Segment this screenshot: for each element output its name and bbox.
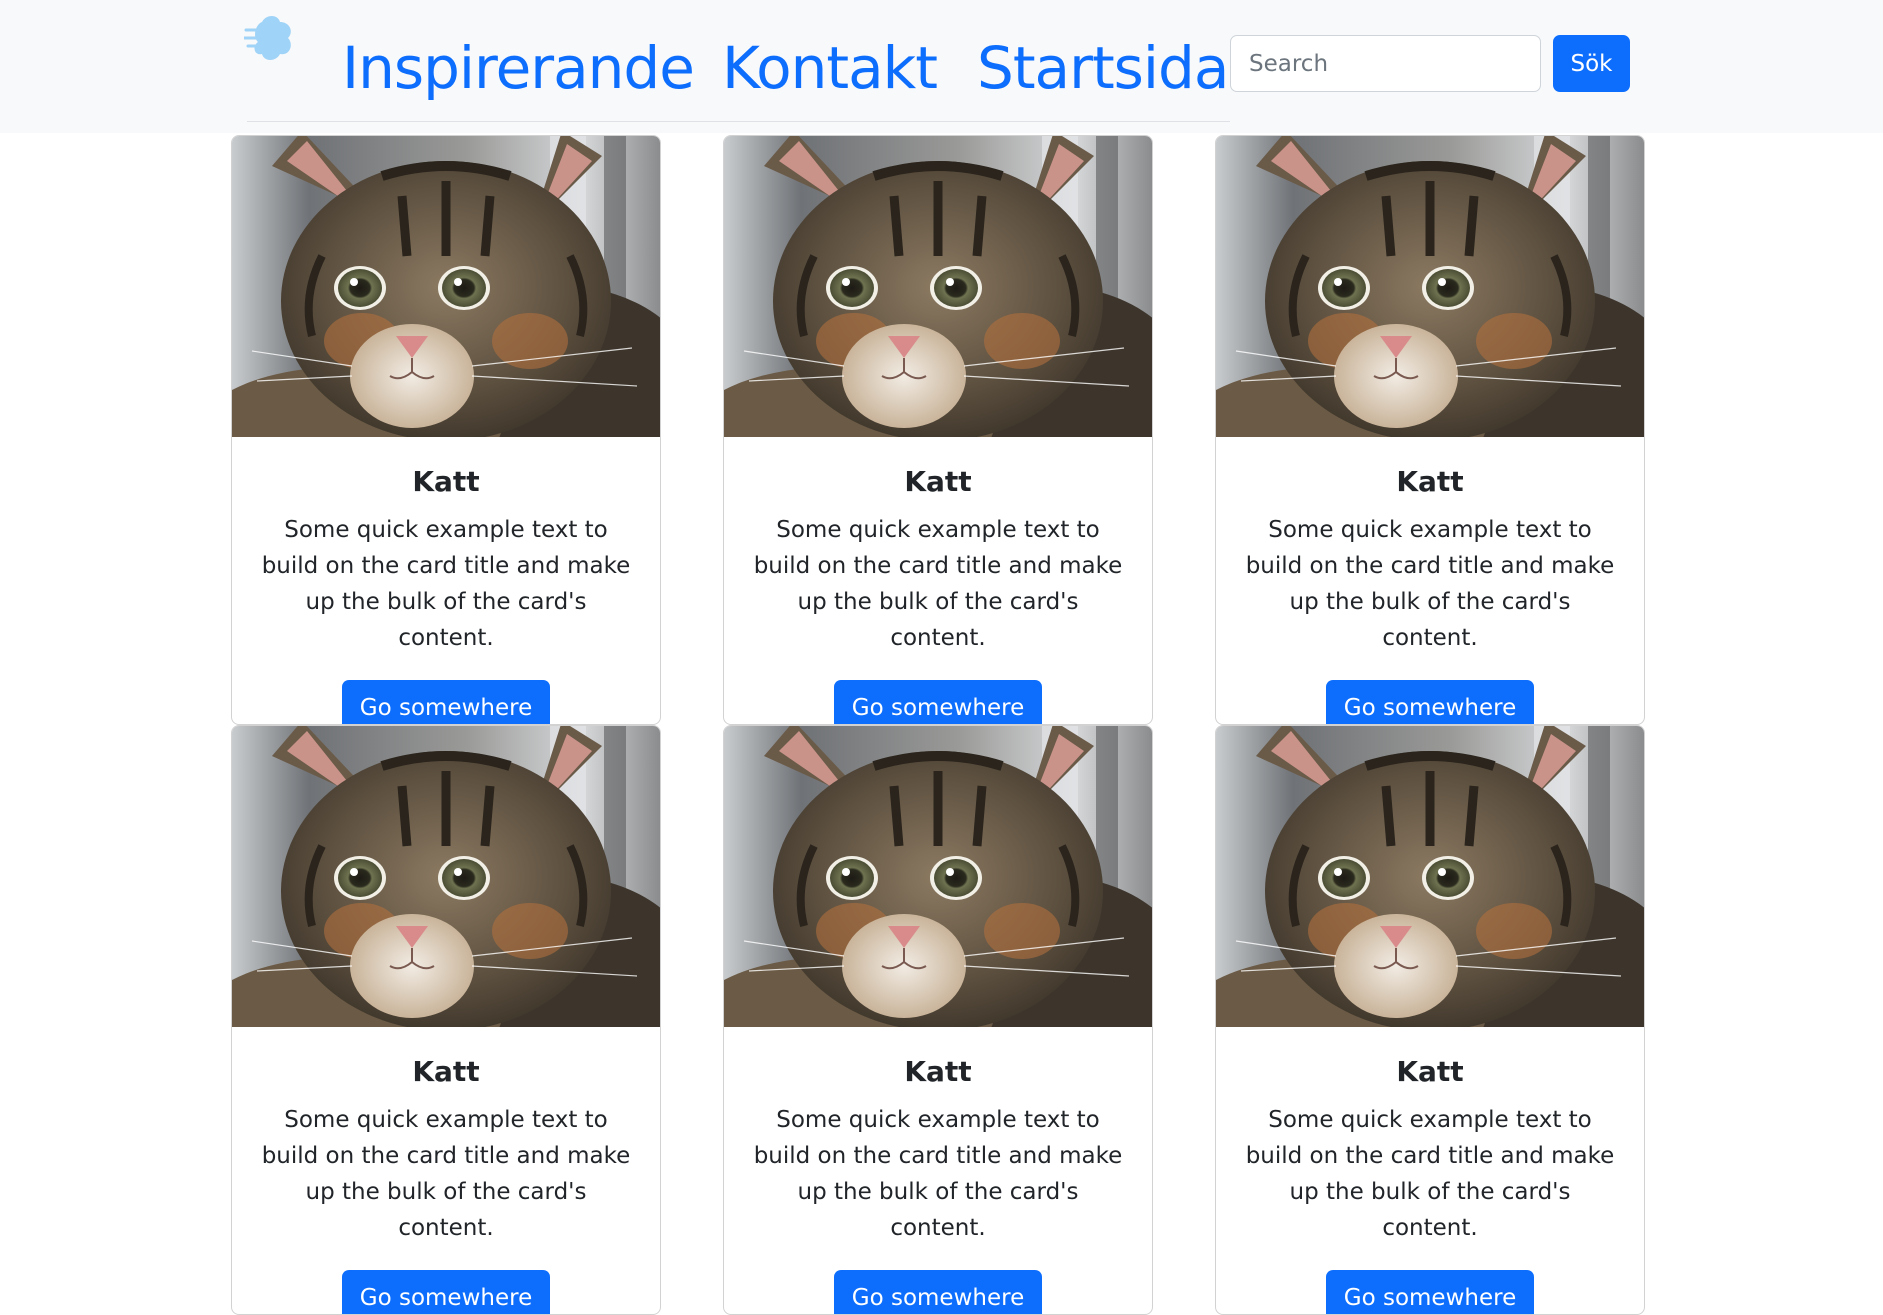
- go-somewhere-button[interactable]: Go somewhere: [1325, 1270, 1535, 1314]
- card-text: Some quick example text to build on the …: [1245, 517, 1615, 651]
- go-somewhere-button[interactable]: Go somewhere: [341, 680, 551, 724]
- kitten-image: [232, 136, 660, 437]
- card: Katt Some quick example text to build on…: [723, 725, 1153, 1315]
- go-somewhere-button[interactable]: Go somewhere: [341, 1270, 551, 1314]
- kitten-image: [724, 726, 1152, 1027]
- card-text: Some quick example text to build on the …: [261, 1107, 631, 1241]
- kitten-image: [1216, 136, 1644, 437]
- card: Katt Some quick example text to build on…: [231, 725, 661, 1315]
- kitten-image: [1216, 726, 1644, 1027]
- card: Katt Some quick example text to build on…: [723, 135, 1153, 725]
- card-title: Katt: [412, 1055, 480, 1088]
- card: Katt Some quick example text to build on…: [1215, 725, 1645, 1315]
- card-title: Katt: [1396, 1055, 1464, 1088]
- card: Katt Some quick example text to build on…: [231, 135, 661, 725]
- go-somewhere-button[interactable]: Go somewhere: [833, 680, 1043, 724]
- card-text: Some quick example text to build on the …: [261, 517, 631, 651]
- card-title: Katt: [412, 465, 480, 498]
- card-text: Some quick example text to build on the …: [753, 517, 1123, 651]
- card-title: Katt: [904, 465, 972, 498]
- go-somewhere-button[interactable]: Go somewhere: [1325, 680, 1535, 724]
- card: Katt Some quick example text to build on…: [1215, 135, 1645, 725]
- card-text: Some quick example text to build on the …: [753, 1107, 1123, 1241]
- kitten-image: [232, 726, 660, 1027]
- card-title: Katt: [904, 1055, 972, 1088]
- go-somewhere-button[interactable]: Go somewhere: [833, 1270, 1043, 1314]
- card-title: Katt: [1396, 465, 1464, 498]
- card-text: Some quick example text to build on the …: [1245, 1107, 1615, 1241]
- card-grid: Katt Some quick example text to build on…: [0, 0, 1883, 1315]
- kitten-image: [724, 136, 1152, 437]
